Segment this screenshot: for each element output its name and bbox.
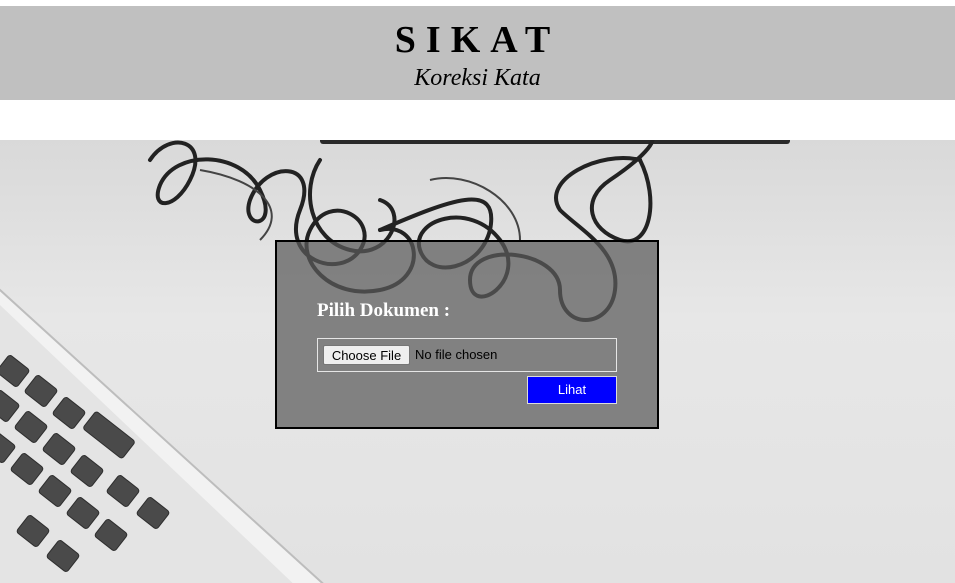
file-status-text: No file chosen: [415, 347, 498, 362]
choose-file-button[interactable]: Choose File: [323, 345, 410, 365]
file-input[interactable]: Choose File No file chosen: [317, 338, 617, 372]
choose-document-label: Pilih Dokumen :: [317, 300, 451, 321]
site-subtitle: Koreksi Kata: [414, 65, 541, 91]
site-title: SIKAT: [394, 19, 561, 61]
upload-panel: Pilih Dokumen : Choose File No file chos…: [275, 240, 659, 429]
site-header: SIKAT Koreksi Kata: [0, 6, 955, 100]
lihat-button[interactable]: Lihat: [527, 376, 617, 404]
